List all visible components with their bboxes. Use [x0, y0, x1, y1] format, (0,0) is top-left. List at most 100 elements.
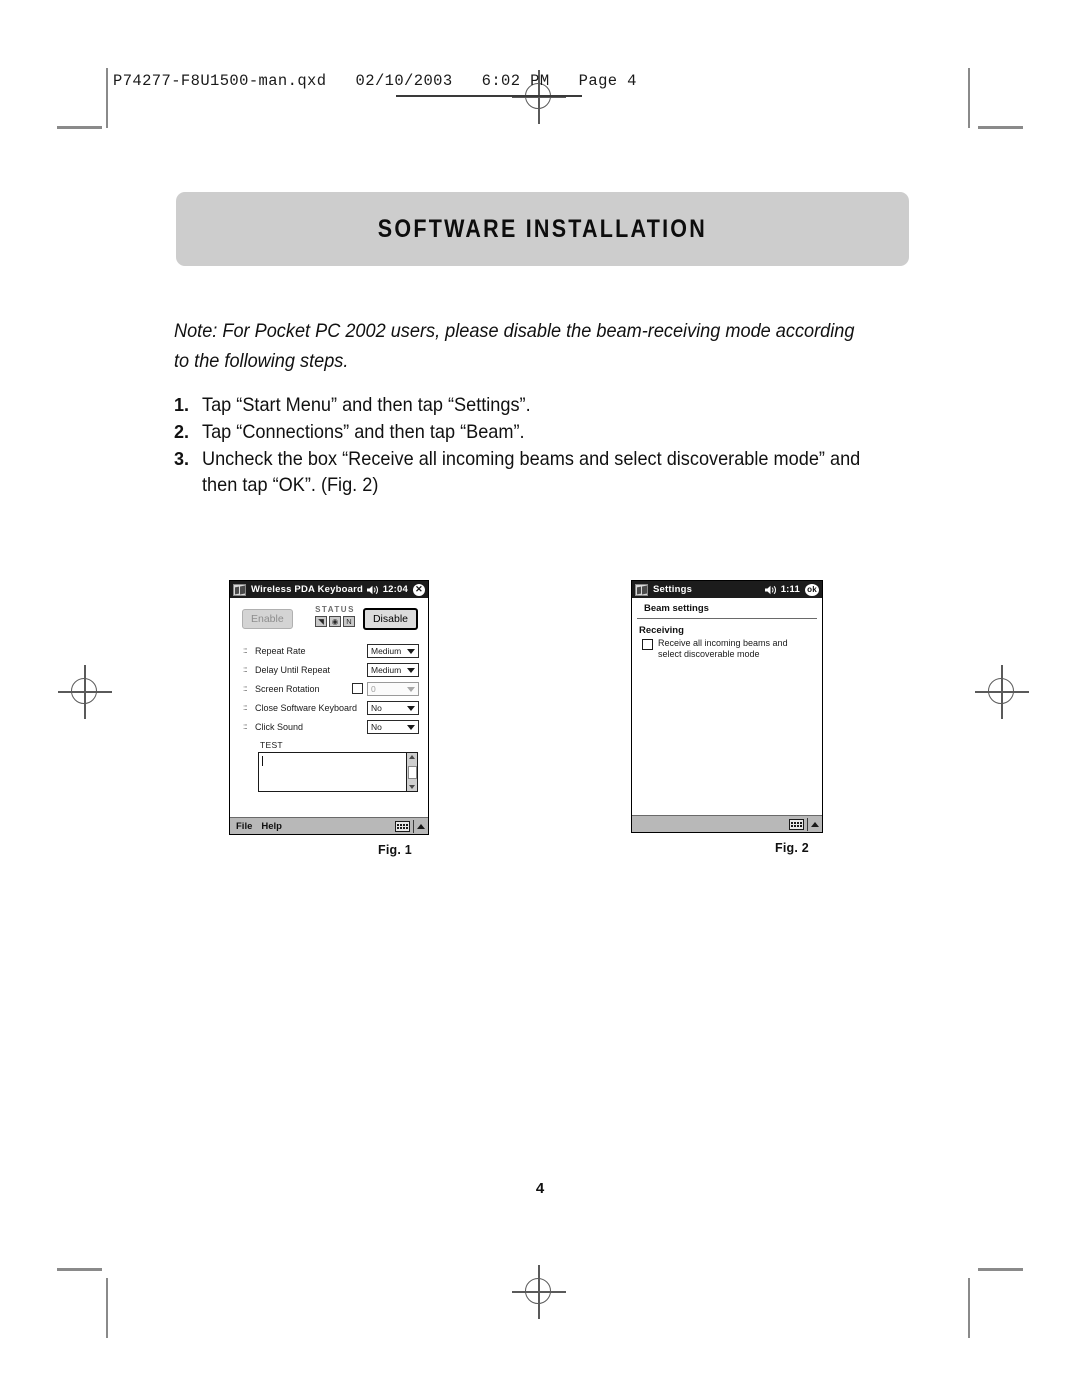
page-title-banner: SOFTWARE INSTALLATION	[176, 192, 909, 266]
status-indicator-group: STATUS ◥ ◉ N	[306, 605, 364, 627]
setting-row-delay-until-repeat: ::: Delay Until Repeat Medium	[243, 660, 419, 679]
figure-2-screenshot: Settings 1:11 ok Beam settings Receiving…	[631, 580, 823, 833]
fig1-settings-list: ::: Repeat Rate Medium ::: Delay Until R…	[230, 641, 428, 736]
test-label: TEST	[260, 740, 283, 750]
disable-button[interactable]: Disable	[362, 608, 418, 630]
chevron-down-icon	[407, 724, 415, 730]
note-paragraph: Note: For Pocket PC 2002 users, please d…	[174, 320, 855, 372]
bottombar-divider	[807, 817, 808, 831]
page-number: 4	[535, 1180, 545, 1197]
fig1-clock[interactable]: 12:04	[383, 584, 408, 595]
step-text: Uncheck the box “Receive all incoming be…	[202, 448, 861, 496]
chevron-down-icon	[407, 667, 415, 673]
delay-until-repeat-value: Medium	[371, 664, 402, 675]
close-software-keyboard-select[interactable]: No	[367, 700, 419, 715]
cropmark-bottom-right-vertical	[968, 1278, 970, 1338]
delay-until-repeat-select[interactable]: Medium	[367, 662, 419, 677]
cropmark-top-left-vertical	[106, 68, 108, 128]
keyboard-icon[interactable]	[395, 820, 410, 832]
cropmark-bottom-left-horizontal	[57, 1268, 102, 1271]
fig1-body: Enable STATUS ◥ ◉ N Disable ::: Repeat R…	[230, 605, 428, 792]
setting-row-close-software-keyboard: ::: Close Software Keyboard No	[243, 698, 419, 717]
fig1-bottombar: File Help	[230, 817, 428, 834]
screen-rotation-checkbox[interactable]	[352, 683, 363, 694]
speaker-icon[interactable]	[764, 585, 777, 595]
screen-rotation-value: 0	[371, 683, 376, 694]
test-input[interactable]	[258, 752, 418, 792]
windows-logo-icon	[233, 583, 246, 596]
setting-label: Close Software Keyboard	[255, 702, 358, 713]
list-item: 2. Tap “Connections” and then tap “Beam”…	[174, 419, 934, 445]
cropmark-top-left-horizontal	[57, 126, 102, 129]
status-box-3: N	[343, 616, 355, 627]
chevron-up-icon[interactable]	[417, 823, 425, 829]
fig1-button-row: Enable STATUS ◥ ◉ N Disable	[230, 605, 428, 637]
receive-beams-checkbox[interactable]	[642, 639, 653, 650]
keyboard-icon[interactable]	[789, 818, 804, 830]
status-label: STATUS	[315, 605, 355, 614]
step-number: 3.	[174, 449, 190, 469]
menu-file[interactable]: File	[236, 821, 252, 832]
drag-handle-icon: :::	[243, 665, 248, 674]
close-software-keyboard-value: No	[371, 702, 382, 713]
menu-help[interactable]: Help	[261, 821, 282, 832]
fig2-titlebar: Settings 1:11 ok	[632, 581, 822, 598]
text-caret	[262, 756, 263, 766]
setting-label: Screen Rotation	[255, 683, 320, 694]
setting-row-screen-rotation: ::: Screen Rotation 0	[243, 679, 419, 698]
scroll-thumb[interactable]	[407, 765, 417, 779]
windows-logo-icon	[635, 583, 648, 596]
cropmark-bottom-right-horizontal	[978, 1268, 1023, 1271]
setting-label: Click Sound	[255, 721, 304, 732]
receive-beams-label-line1: Receive all incoming beams and	[658, 638, 788, 648]
scroll-up-icon[interactable]	[409, 755, 415, 759]
fig2-bottombar	[632, 815, 822, 832]
instruction-steps: 1. Tap “Start Menu” and then tap “Settin…	[174, 392, 934, 499]
receive-beams-label: Receive all incoming beams and select di…	[658, 638, 788, 660]
screen-rotation-select[interactable]: 0	[367, 681, 419, 696]
figure-1-screenshot: Wireless PDA Keyboard 12:04 ✕ Enable STA…	[229, 580, 429, 835]
close-icon[interactable]: ✕	[413, 583, 425, 596]
speaker-icon[interactable]	[366, 585, 379, 595]
drag-handle-icon: :::	[243, 703, 248, 712]
enable-button[interactable]: Enable	[242, 609, 293, 629]
cropmark-bottom-left-vertical	[106, 1278, 108, 1338]
ok-button[interactable]: ok	[805, 583, 819, 596]
chevron-down-icon	[407, 648, 415, 654]
fig1-window-title: Wireless PDA Keyboard	[251, 584, 363, 595]
receive-beams-label-line2: select discoverable mode	[658, 649, 760, 659]
registration-circle	[525, 1278, 551, 1304]
list-item: 3. Uncheck the box “Receive all incoming…	[174, 446, 934, 498]
click-sound-value: No	[371, 721, 382, 732]
fig1-titlebar: Wireless PDA Keyboard 12:04 ✕	[230, 581, 428, 598]
step-number: 2.	[174, 422, 190, 442]
status-box-1: ◥	[315, 616, 327, 627]
drag-handle-icon: :::	[243, 722, 248, 731]
figure-1-caption: Fig. 1	[378, 843, 412, 857]
drag-handle-icon: :::	[243, 646, 248, 655]
registration-mark-bottom-center	[512, 1265, 566, 1319]
bottombar-divider	[413, 819, 414, 833]
chevron-down-icon	[407, 686, 415, 692]
registration-mark-right-middle	[975, 665, 1029, 719]
running-header-rule	[396, 95, 582, 97]
scrollbar[interactable]	[406, 753, 417, 791]
fig2-clock[interactable]: 1:11	[781, 584, 800, 595]
registration-circle	[988, 678, 1014, 704]
scroll-down-icon[interactable]	[409, 785, 415, 789]
beam-settings-heading: Beam settings	[637, 598, 817, 619]
registration-mark-left-middle	[58, 665, 112, 719]
registration-circle	[71, 678, 97, 704]
list-item: 1. Tap “Start Menu” and then tap “Settin…	[174, 392, 934, 418]
cropmark-top-right-horizontal	[978, 126, 1023, 129]
status-box-2: ◉	[329, 616, 341, 627]
chevron-up-icon[interactable]	[811, 821, 819, 827]
receive-beams-row[interactable]: Receive all incoming beams and select di…	[632, 638, 822, 660]
repeat-rate-select[interactable]: Medium	[367, 643, 419, 658]
setting-label: Repeat Rate	[255, 645, 306, 656]
drag-handle-icon: :::	[243, 684, 248, 693]
repeat-rate-value: Medium	[371, 645, 402, 656]
step-text: Tap “Start Menu” and then tap “Settings”…	[202, 394, 531, 416]
click-sound-select[interactable]: No	[367, 719, 419, 734]
cropmark-top-right-vertical	[968, 68, 970, 128]
